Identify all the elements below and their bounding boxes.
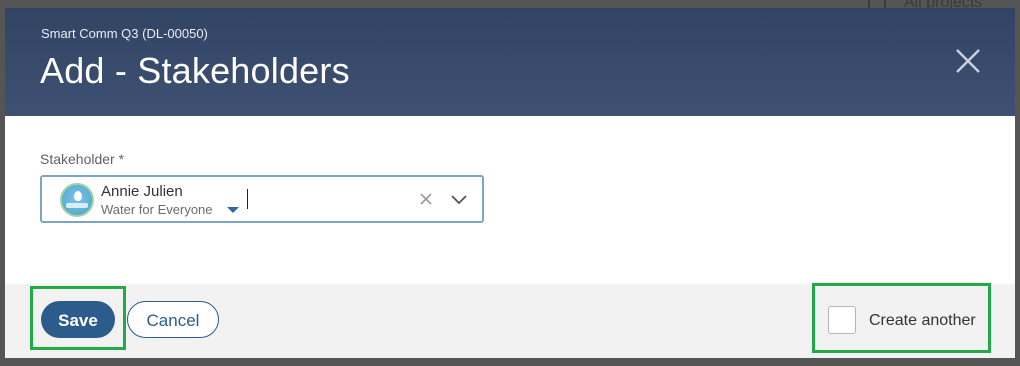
- dialog-subtitle: Smart Comm Q3 (DL-00050): [41, 26, 208, 41]
- organization-caret-icon[interactable]: [227, 207, 239, 213]
- avatar: [60, 183, 94, 217]
- selected-stakeholder-name: Annie Julien: [101, 183, 183, 200]
- create-another-label[interactable]: Create another: [869, 312, 976, 330]
- avatar-logo-band: [66, 203, 88, 208]
- dialog-header: Smart Comm Q3 (DL-00050) Add - Stakehold…: [5, 8, 1015, 116]
- selected-stakeholder-organization: Water for Everyone: [101, 202, 213, 217]
- stakeholder-label: Stakeholder *: [40, 151, 125, 167]
- dialog-body: Stakeholder * Annie Julien Water for Eve…: [5, 116, 1015, 284]
- water-drop-icon: [74, 191, 82, 201]
- create-another-checkbox[interactable]: [828, 306, 856, 334]
- cancel-button[interactable]: Cancel: [127, 301, 219, 338]
- close-icon[interactable]: [953, 46, 983, 76]
- dialog-footer: Save Cancel Create another: [5, 283, 1015, 358]
- stakeholder-select[interactable]: Annie Julien Water for Everyone: [40, 175, 484, 223]
- save-button[interactable]: Save: [41, 301, 115, 338]
- chevron-down-icon[interactable]: [450, 191, 468, 207]
- dialog-title: Add - Stakeholders: [40, 50, 350, 91]
- clear-selection-icon[interactable]: [418, 191, 434, 207]
- text-cursor: [247, 189, 248, 209]
- add-stakeholders-dialog: Smart Comm Q3 (DL-00050) Add - Stakehold…: [5, 8, 1015, 358]
